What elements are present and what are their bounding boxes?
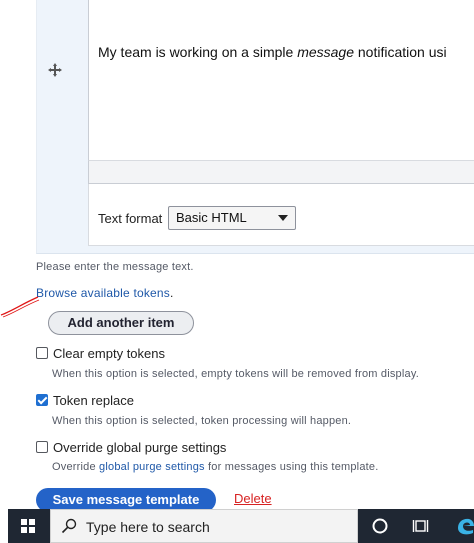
editor-content[interactable]: My team is working on a simple message n…: [98, 44, 447, 60]
search-icon: [61, 518, 77, 534]
text-format-value: Basic HTML: [176, 210, 247, 225]
editor-status-bar: [88, 160, 474, 184]
clear-empty-tokens-option[interactable]: Clear empty tokens: [36, 345, 165, 361]
message-help-text: Please enter the message text.: [36, 261, 194, 273]
chevron-down-icon: [278, 215, 288, 221]
delete-link[interactable]: Delete: [234, 491, 272, 506]
text-format-select[interactable]: Basic HTML: [168, 206, 296, 230]
browse-tokens-link[interactable]: Browse available tokens: [36, 286, 170, 300]
override-purge-label[interactable]: Override global purge settings: [53, 440, 226, 455]
windows-start-icon: [21, 519, 35, 533]
token-replace-description: When this option is selected, token proc…: [52, 415, 352, 427]
text-format-panel: Text format Basic HTML: [88, 184, 474, 246]
override-purge-checkbox[interactable]: [36, 441, 48, 453]
red-annotation-stroke: [0, 296, 40, 318]
global-purge-settings-link[interactable]: global purge settings: [99, 461, 205, 473]
start-button[interactable]: [8, 509, 48, 543]
search-placeholder: Type here to search: [86, 519, 210, 535]
clear-empty-tokens-label[interactable]: Clear empty tokens: [53, 346, 165, 361]
override-purge-description: Override global purge settings for messa…: [52, 461, 378, 473]
drag-handle-icon[interactable]: [47, 62, 63, 78]
token-replace-checkbox[interactable]: [36, 394, 48, 406]
token-replace-option[interactable]: Token replace: [36, 392, 134, 408]
taskbar-search-box[interactable]: Type here to search: [50, 509, 358, 543]
edge-icon[interactable]: [456, 516, 474, 536]
add-another-item-button[interactable]: Add another item: [48, 311, 194, 335]
text-format-label: Text format: [98, 211, 163, 226]
override-purge-option[interactable]: Override global purge settings: [36, 439, 226, 455]
message-text-editor[interactable]: My team is working on a simple message n…: [88, 0, 474, 184]
override-purge-desc-prefix: Override: [52, 461, 100, 473]
cortana-icon[interactable]: [370, 516, 390, 536]
windows-taskbar: Type here to search: [8, 509, 474, 543]
tokens-period: .: [170, 286, 174, 300]
message-text-row: My team is working on a simple message n…: [36, 0, 474, 254]
browse-tokens-line: Browse available tokens.: [36, 286, 174, 300]
task-view-icon[interactable]: [412, 516, 432, 536]
token-replace-label[interactable]: Token replace: [53, 393, 134, 408]
override-purge-desc-suffix: for messages using this template.: [204, 461, 379, 473]
clear-empty-tokens-description: When this option is selected, empty toke…: [52, 368, 419, 380]
clear-empty-tokens-checkbox[interactable]: [36, 347, 48, 359]
